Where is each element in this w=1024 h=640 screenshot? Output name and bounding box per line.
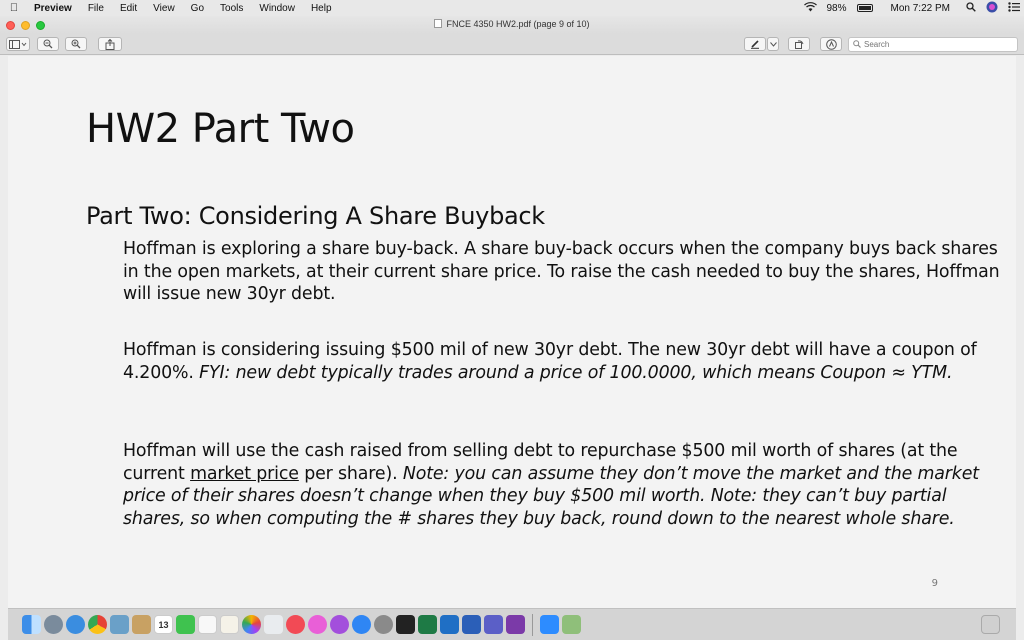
reminders-icon[interactable] [198,615,217,634]
photos-icon[interactable] [242,615,261,634]
safari-icon[interactable] [66,615,85,634]
menu-go[interactable]: Go [191,3,204,14]
menu-app-preview[interactable]: Preview [34,3,72,14]
terminal-icon[interactable] [396,615,415,634]
menu-window[interactable]: Window [259,3,295,14]
menu-file[interactable]: File [88,3,104,14]
sidebar-view-button[interactable] [6,37,30,51]
section-heading: Part Two: Considering A Share Buyback [86,202,545,230]
teams-icon[interactable] [484,615,503,634]
dock-separator [532,613,533,636]
contacts-icon[interactable] [220,615,239,634]
zoom-in-button[interactable] [65,37,87,51]
window-title-bar[interactable]: FNCE 4350 HW2.pdf (page 9 of 10) [0,16,1024,34]
rotate-button[interactable] [788,37,810,51]
window-title: FNCE 4350 HW2.pdf (page 9 of 10) [0,19,1024,29]
battery-icon[interactable] [856,4,873,12]
chrome-icon[interactable] [88,615,107,634]
page-title: HW2 Part Two [86,106,355,152]
paragraph-repurchase-text-b: per share). [298,463,403,484]
outlook-icon[interactable] [440,615,459,634]
notification-center-icon[interactable] [1008,1,1020,15]
apple-menu-icon[interactable]:  [8,2,20,14]
preview-icon[interactable] [110,615,129,634]
zoom-icon[interactable] [540,615,559,634]
paragraph-debt-note: FYI: new debt typically trades around a … [199,362,953,383]
annotate-button[interactable] [820,37,842,51]
paragraph-repurchase: Hoffman will use the cash raised from se… [123,440,1003,530]
maps-icon[interactable] [562,615,581,634]
excel-icon[interactable] [418,615,437,634]
dock: 13 [8,608,1016,640]
markup-menu-chevron-icon[interactable] [767,37,779,51]
status-area: 98% Mon 7:22 PM [803,0,1020,16]
appstore-icon[interactable] [352,615,371,634]
paragraph-buyback-intro: Hoffman is exploring a share buy-back. A… [123,239,1000,305]
menu-bar:  Preview File Edit View Go Tools Window… [0,0,1024,16]
system-preferences-icon[interactable] [374,615,393,634]
trash-icon[interactable] [981,615,1000,634]
market-price-underlined: market price [190,463,299,484]
zoom-out-button[interactable] [37,37,59,51]
menu-tools[interactable]: Tools [220,3,243,14]
clock[interactable]: Mon 7:22 PM [891,3,950,14]
wifi-icon[interactable] [803,1,817,15]
itunes-icon[interactable] [308,615,327,634]
share-button[interactable] [98,37,122,51]
news-icon[interactable] [286,615,305,634]
siri-icon[interactable] [986,1,998,16]
podcasts-icon[interactable] [330,615,349,634]
spotlight-search-icon[interactable] [966,1,976,15]
pdf-document-icon [434,19,443,28]
numbers-icon[interactable] [264,615,283,634]
menu-edit[interactable]: Edit [120,3,137,14]
launchpad-icon[interactable] [44,615,63,634]
page-number: 9 [931,578,938,589]
search-field[interactable] [848,37,1018,52]
search-input[interactable] [864,40,1004,49]
search-icon [853,39,861,50]
window-title-text: FNCE 4350 HW2.pdf (page 9 of 10) [446,19,590,29]
paragraph-debt-issue: Hoffman is considering issuing $500 mil … [123,339,1003,384]
onenote-icon[interactable] [506,615,525,634]
battery-percent[interactable]: 98% [827,3,847,14]
menu-help[interactable]: Help [311,3,332,14]
calendar-icon[interactable]: 13 [154,615,173,634]
toolbar [0,34,1024,55]
notes-icon[interactable] [132,615,151,634]
finder-icon[interactable] [22,615,41,634]
messages-icon[interactable] [176,615,195,634]
menu-view[interactable]: View [153,3,175,14]
word-icon[interactable] [462,615,481,634]
markup-pen-button[interactable] [744,37,766,51]
pdf-page[interactable]: HW2 Part Two Part Two: Considering A Sha… [8,56,1016,608]
